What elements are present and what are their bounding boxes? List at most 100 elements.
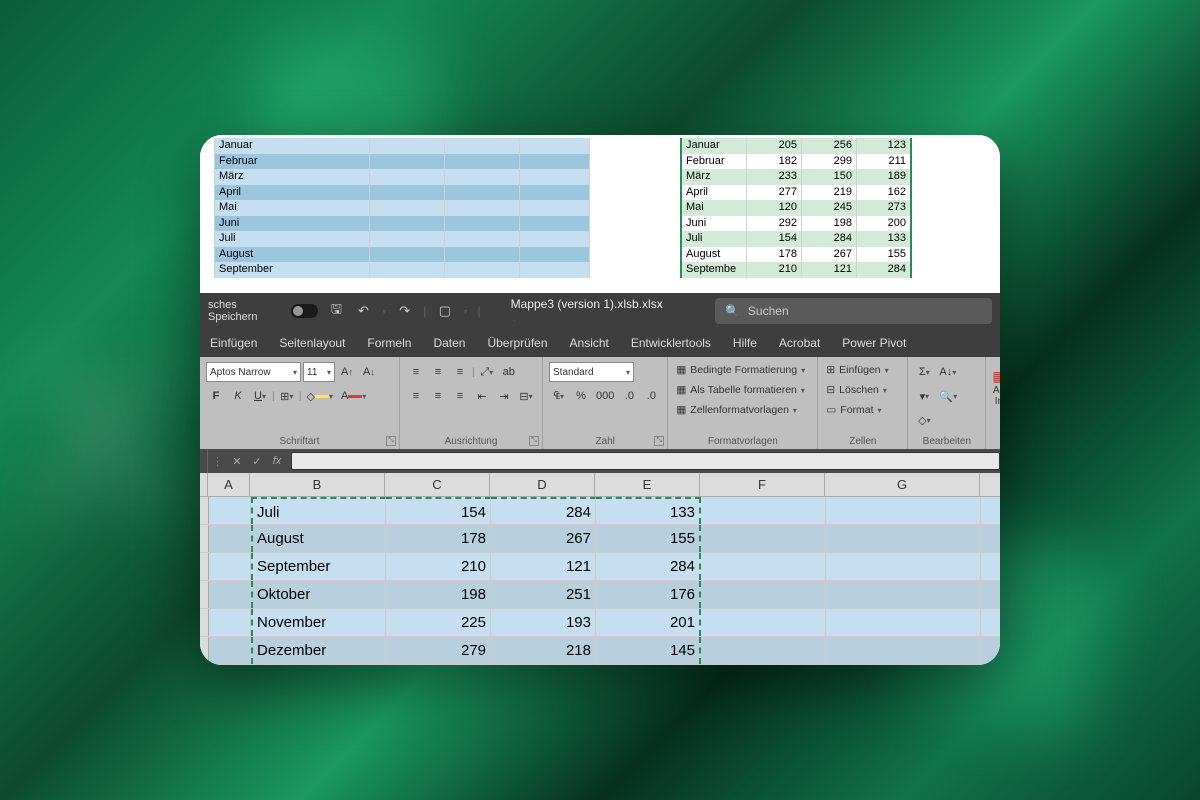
font-name-select[interactable]: Aptos Narrow▾ <box>206 362 301 382</box>
find-icon[interactable]: 🔍▾ <box>936 386 960 406</box>
top-right-row[interactable]: Februar182299211 <box>680 154 1000 170</box>
top-left-row[interactable]: Februar <box>200 154 595 170</box>
cancel-formula-icon[interactable]: ✕ <box>227 455 247 468</box>
table-row[interactable]: Oktober198251176 <box>200 581 1000 609</box>
top-right-row[interactable]: Juli154284133 <box>680 231 1000 247</box>
excel-logo-x: X <box>30 310 157 563</box>
increase-decimal-icon[interactable]: .0 <box>619 386 639 406</box>
top-right-row[interactable]: Septembe210121284 <box>680 262 1000 278</box>
merge-icon[interactable]: ⊟▾ <box>516 386 536 406</box>
indent-right-icon[interactable]: ⇥ <box>494 386 514 406</box>
borders-button[interactable]: ⊞▾ <box>277 386 297 406</box>
align-bottom-icon[interactable]: ≡ <box>450 362 470 382</box>
sort-filter-icon[interactable]: A↓▾ <box>936 362 959 382</box>
table-row[interactable]: August178267155 <box>200 525 1000 553</box>
tab-formeln[interactable]: Formeln <box>365 332 413 354</box>
table-row[interactable]: November225193201 <box>200 609 1000 637</box>
align-center-icon[interactable]: ≡ <box>428 386 448 406</box>
top-left-row[interactable]: April <box>200 185 595 201</box>
top-left-row[interactable]: März <box>200 169 595 185</box>
increase-font-icon[interactable]: A↑ <box>337 362 357 382</box>
align-top-icon[interactable]: ≡ <box>406 362 426 382</box>
top-left-row[interactable]: September <box>200 262 595 278</box>
top-right-row[interactable]: Mai120245273 <box>680 200 1000 216</box>
fill-icon[interactable]: ▾▾ <box>914 386 934 406</box>
top-right-row[interactable]: Juni292198200 <box>680 216 1000 232</box>
tab-überprüfen[interactable]: Überprüfen <box>485 332 549 354</box>
ribbon-group-font: Aptos Narrow▾ 11▾ A↑ A↓ F K U▾ | ⊞▾ | ◇▾… <box>200 357 400 449</box>
thousands-icon[interactable]: 000 <box>593 386 617 406</box>
autosum-icon[interactable]: Σ▾ <box>914 362 934 382</box>
decrease-decimal-icon[interactable]: .0 <box>641 386 661 406</box>
clear-icon[interactable]: ◇▾ <box>914 410 934 430</box>
col-header-e[interactable]: E <box>595 473 700 496</box>
formula-input[interactable] <box>291 452 1000 470</box>
wrap-text-icon[interactable]: ab <box>499 362 519 382</box>
top-right-row[interactable]: August178267155 <box>680 247 1000 263</box>
tab-power pivot[interactable]: Power Pivot <box>840 332 908 354</box>
top-right-row[interactable]: April277219162 <box>680 185 1000 201</box>
table-row[interactable]: September210121284 <box>200 553 1000 581</box>
format-cells-button[interactable]: ▭ Format▾ <box>824 400 901 420</box>
number-format-select[interactable]: Standard▾ <box>549 362 634 382</box>
font-size-select[interactable]: 11▾ <box>303 362 335 382</box>
top-left-row[interactable]: Juli <box>200 231 595 247</box>
bold-button[interactable]: F <box>206 386 226 406</box>
confirm-formula-icon[interactable]: ✓ <box>247 455 267 468</box>
format-as-table-button[interactable]: ▦ Als Tabelle formatieren▾ <box>674 380 811 400</box>
orientation-icon[interactable]: ⤢▾ <box>477 362 497 382</box>
top-left-row[interactable]: August <box>200 247 595 263</box>
tab-hilfe[interactable]: Hilfe <box>731 332 759 354</box>
align-right-icon[interactable]: ≡ <box>450 386 470 406</box>
currency-icon[interactable]: ₠▾ <box>549 386 569 406</box>
search-box[interactable]: 🔍 Suchen <box>715 298 992 324</box>
font-color-button[interactable]: A▾ <box>338 386 369 406</box>
align-dialog-icon[interactable]: ⤡ <box>529 436 539 446</box>
tab-daten[interactable]: Daten <box>431 332 467 354</box>
insert-cells-button[interactable]: ⊞ Einfügen▾ <box>824 360 901 380</box>
align-middle-icon[interactable]: ≡ <box>428 362 448 382</box>
font-dialog-icon[interactable]: ⤡ <box>386 436 396 446</box>
col-header-b[interactable]: B <box>250 473 385 496</box>
number-dialog-icon[interactable]: ⤡ <box>654 436 664 446</box>
decrease-font-icon[interactable]: A↓ <box>359 362 379 382</box>
toggle-switch[interactable] <box>291 304 318 318</box>
fx-icon[interactable]: fx <box>267 455 287 467</box>
top-left-row[interactable]: Juni <box>200 216 595 232</box>
document-title[interactable]: Mappe3 (version 1).xlsb.xlsx ⌄ <box>511 297 665 325</box>
addins-icon[interactable]: ▦ <box>992 360 1000 385</box>
top-left-row[interactable]: Januar <box>200 138 595 154</box>
save-icon[interactable]: 🖫 <box>328 302 345 320</box>
delete-cells-button[interactable]: ⊟ Löschen▾ <box>824 380 901 400</box>
spreadsheet-grid[interactable]: A B C D E F G Juli154284133August1782671… <box>200 473 1000 665</box>
table-row[interactable]: Juli154284133 <box>200 497 1000 525</box>
col-header-c[interactable]: C <box>385 473 490 496</box>
fill-color-button[interactable]: ◇▾ <box>303 386 335 406</box>
undo-icon[interactable]: ↶ <box>355 302 372 320</box>
col-header-f[interactable]: F <box>700 473 825 496</box>
col-header-g[interactable]: G <box>825 473 980 496</box>
camera-icon[interactable]: ▢ <box>436 302 453 320</box>
redo-icon[interactable]: ↷ <box>396 302 413 320</box>
indent-left-icon[interactable]: ⇤ <box>472 386 492 406</box>
align-left-icon[interactable]: ≡ <box>406 386 426 406</box>
top-right-row[interactable]: März233150189 <box>680 169 1000 185</box>
tab-ansicht[interactable]: Ansicht <box>568 332 611 354</box>
percent-icon[interactable]: % <box>571 386 591 406</box>
tab-einfügen[interactable]: Einfügen <box>208 332 259 354</box>
table-row[interactable]: Dezember279218145 <box>200 637 1000 665</box>
autosave-toggle[interactable]: sches Speichern <box>208 299 318 323</box>
tab-seitenlayout[interactable]: Seitenlayout <box>277 332 347 354</box>
ribbon-tabs: Einfügen Seitenlayout Formeln Daten Überprüf… <box>200 329 1000 357</box>
underline-button[interactable]: U▾ <box>250 386 270 406</box>
italic-button[interactable]: K <box>228 386 248 406</box>
tab-entwicklertools[interactable]: Entwicklertools <box>629 332 713 354</box>
conditional-formatting-button[interactable]: ▦ Bedingte Formatierung▾ <box>674 360 811 380</box>
col-header-a[interactable]: A <box>208 473 250 496</box>
top-right-row[interactable]: Januar205256123 <box>680 138 1000 154</box>
col-header-d[interactable]: D <box>490 473 595 496</box>
cell-styles-button[interactable]: ▦ Zellenformatvorlagen▾ <box>674 400 811 420</box>
search-placeholder: Suchen <box>748 304 789 318</box>
tab-acrobat[interactable]: Acrobat <box>777 332 822 354</box>
top-left-row[interactable]: Mai <box>200 200 595 216</box>
